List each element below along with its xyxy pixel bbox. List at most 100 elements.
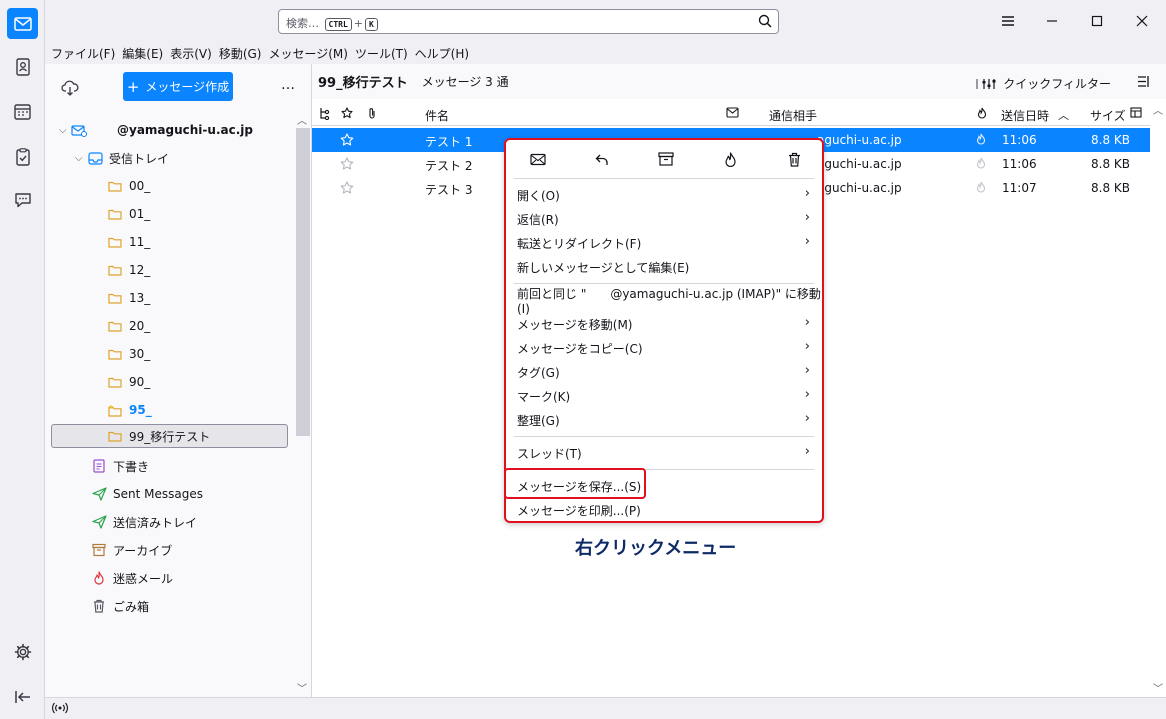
global-search-input[interactable]: 検索… CTRL + K xyxy=(278,9,779,34)
envelope-icon xyxy=(530,153,546,165)
menu-item-edit-as-new[interactable]: 新しいメッセージとして編集(E) xyxy=(506,255,822,279)
menu-message[interactable]: メッセージ(M) xyxy=(268,45,347,62)
mail-space-button[interactable] xyxy=(7,8,38,39)
junk-status-icon[interactable] xyxy=(976,133,986,148)
sent-icon xyxy=(91,487,107,501)
folder-icon xyxy=(107,179,123,193)
subject-column-header[interactable]: 件名 xyxy=(425,107,449,124)
scrollbar-thumb[interactable] xyxy=(296,128,310,436)
scroll-down-icon[interactable]: ﹀ xyxy=(1153,680,1163,695)
menu-item-forward-redirect[interactable]: 転送とリダイレクト(F) › xyxy=(506,231,822,255)
folder-label: 90_ xyxy=(129,375,151,389)
submenu-arrow-icon: › xyxy=(804,234,810,249)
collapse-spaces-button[interactable] xyxy=(7,681,38,712)
reply-button[interactable] xyxy=(593,151,611,167)
chevron-down-icon[interactable]: ⌵ xyxy=(75,153,87,164)
folder-new-icon xyxy=(107,403,123,417)
attachment-column-icon[interactable] xyxy=(367,107,377,123)
submenu-arrow-icon: › xyxy=(804,186,810,201)
close-button[interactable] xyxy=(1133,12,1151,30)
menu-edit[interactable]: 編集(E) xyxy=(122,45,163,62)
archive-button[interactable] xyxy=(657,151,675,167)
menu-item-tag[interactable]: タグ(G) › xyxy=(506,360,822,384)
junk-button[interactable] xyxy=(721,151,739,167)
date-column-header[interactable]: 送信日時 xyxy=(1001,107,1049,124)
archive-icon xyxy=(91,543,107,557)
junk-column-icon[interactable] xyxy=(977,107,987,122)
app-menu-button[interactable] xyxy=(999,12,1017,30)
menu-item-label: タグ(G) xyxy=(517,365,560,380)
mark-read-button[interactable] xyxy=(529,151,547,167)
message-context-menu: 開く(O) › 返信(R) › 転送とリダイレクト(F) › 新しいメッセージとして編… xyxy=(504,138,824,523)
folder-row-selected[interactable]: 99_移行テスト xyxy=(51,424,288,448)
menu-item-label: メッセージを移動(M) xyxy=(517,317,633,332)
drafts-icon xyxy=(91,459,107,473)
junk-flame-icon xyxy=(91,571,107,585)
folder-pane-scrollbar[interactable]: ︿ ﹀ xyxy=(294,110,310,697)
menu-item-reply[interactable]: 返信(R) › xyxy=(506,207,822,231)
menu-item-label: メッセージを印刷...(P) xyxy=(517,503,641,518)
menu-item-move-message[interactable]: メッセージを移動(M) › xyxy=(506,312,822,336)
compose-button[interactable]: + メッセージ作成 xyxy=(123,72,233,101)
junk-status-icon[interactable] xyxy=(976,181,986,196)
view-options-button[interactable] xyxy=(1137,75,1150,91)
settings-button[interactable] xyxy=(7,636,38,667)
thread-column-icon[interactable] xyxy=(319,107,331,123)
folder-label: 13_ xyxy=(129,291,151,305)
delete-button[interactable] xyxy=(785,151,803,167)
calendar-button[interactable] xyxy=(7,96,38,127)
menu-item-organize[interactable]: 整理(G) › xyxy=(506,408,822,432)
tasks-button[interactable] xyxy=(7,141,38,172)
quick-filter-button[interactable]: クイックフィルター xyxy=(975,75,1111,92)
correspondent-column-header[interactable]: 通信相手 xyxy=(769,107,817,124)
hamburger-icon xyxy=(1002,16,1014,26)
scroll-down-icon[interactable]: ﹀ xyxy=(297,680,307,695)
menu-item-mark[interactable]: マーク(K) › xyxy=(506,384,822,408)
maximize-button[interactable] xyxy=(1088,12,1106,30)
folder-pane-more-button[interactable]: … xyxy=(281,77,295,93)
address-book-button[interactable] xyxy=(7,51,38,82)
menu-file[interactable]: ファイル(F) xyxy=(51,45,115,62)
save-message-highlight-box xyxy=(504,468,646,499)
menu-item-move-again[interactable]: 前回と同じ " @yamaguchi-u.ac.jp (IMAP)" に移動(I… xyxy=(506,287,822,316)
menu-item-thread[interactable]: スレッド(T) › xyxy=(506,441,822,465)
menu-item-print-message[interactable]: メッセージを印刷...(P) xyxy=(506,498,822,522)
sent-icon xyxy=(91,515,107,529)
menu-go[interactable]: 移動(G) xyxy=(219,45,262,62)
message-correspondent: aguchi-u.ac.jp xyxy=(817,133,902,147)
tasks-icon xyxy=(15,147,30,166)
message-date: 11:07 xyxy=(1002,181,1037,195)
menu-item-label: 新しいメッセージとして編集(E) xyxy=(517,260,690,275)
scroll-up-icon[interactable]: ︿ xyxy=(1153,102,1163,117)
folder-label: 下書き xyxy=(113,459,150,474)
submenu-arrow-icon: › xyxy=(804,363,810,378)
chevron-down-icon[interactable]: ⌵ xyxy=(59,125,71,136)
minimize-icon xyxy=(1047,20,1057,22)
minimize-button[interactable] xyxy=(1043,12,1061,30)
scroll-up-icon[interactable]: ︿ xyxy=(297,112,307,127)
star-column-icon[interactable] xyxy=(341,107,353,122)
get-messages-button[interactable] xyxy=(61,80,79,99)
column-picker-icon[interactable] xyxy=(1130,107,1142,121)
menu-item-copy-message[interactable]: メッセージをコピー(C) › xyxy=(506,336,822,360)
filter-sliders-icon xyxy=(976,78,996,89)
read-status-column-icon[interactable] xyxy=(726,107,739,121)
star-icon[interactable] xyxy=(340,133,354,149)
submenu-arrow-icon: › xyxy=(804,339,810,354)
menu-help[interactable]: ヘルプ(H) xyxy=(415,45,469,62)
thread-pane-scrollbar[interactable]: ︿ ﹀ xyxy=(1150,102,1166,697)
menu-view[interactable]: 表示(V) xyxy=(170,45,212,62)
star-icon[interactable] xyxy=(340,181,354,197)
search-icon[interactable] xyxy=(758,14,772,31)
junk-status-icon[interactable] xyxy=(976,157,986,172)
folder-icon xyxy=(107,263,123,277)
menu-tools[interactable]: ツール(T) xyxy=(355,45,408,62)
star-icon[interactable] xyxy=(340,157,354,173)
online-status-icon[interactable] xyxy=(52,702,68,717)
folder-label: 11_ xyxy=(129,235,151,249)
size-column-header[interactable]: サイズ xyxy=(1090,107,1126,124)
menu-item-open[interactable]: 開く(O) › xyxy=(506,183,822,207)
account-row[interactable]: ⌵ @yamaguchi-u.ac.jp xyxy=(59,118,309,142)
folder-inbox[interactable]: ⌵ 受信トレイ xyxy=(75,146,325,170)
chat-button[interactable] xyxy=(7,185,38,216)
